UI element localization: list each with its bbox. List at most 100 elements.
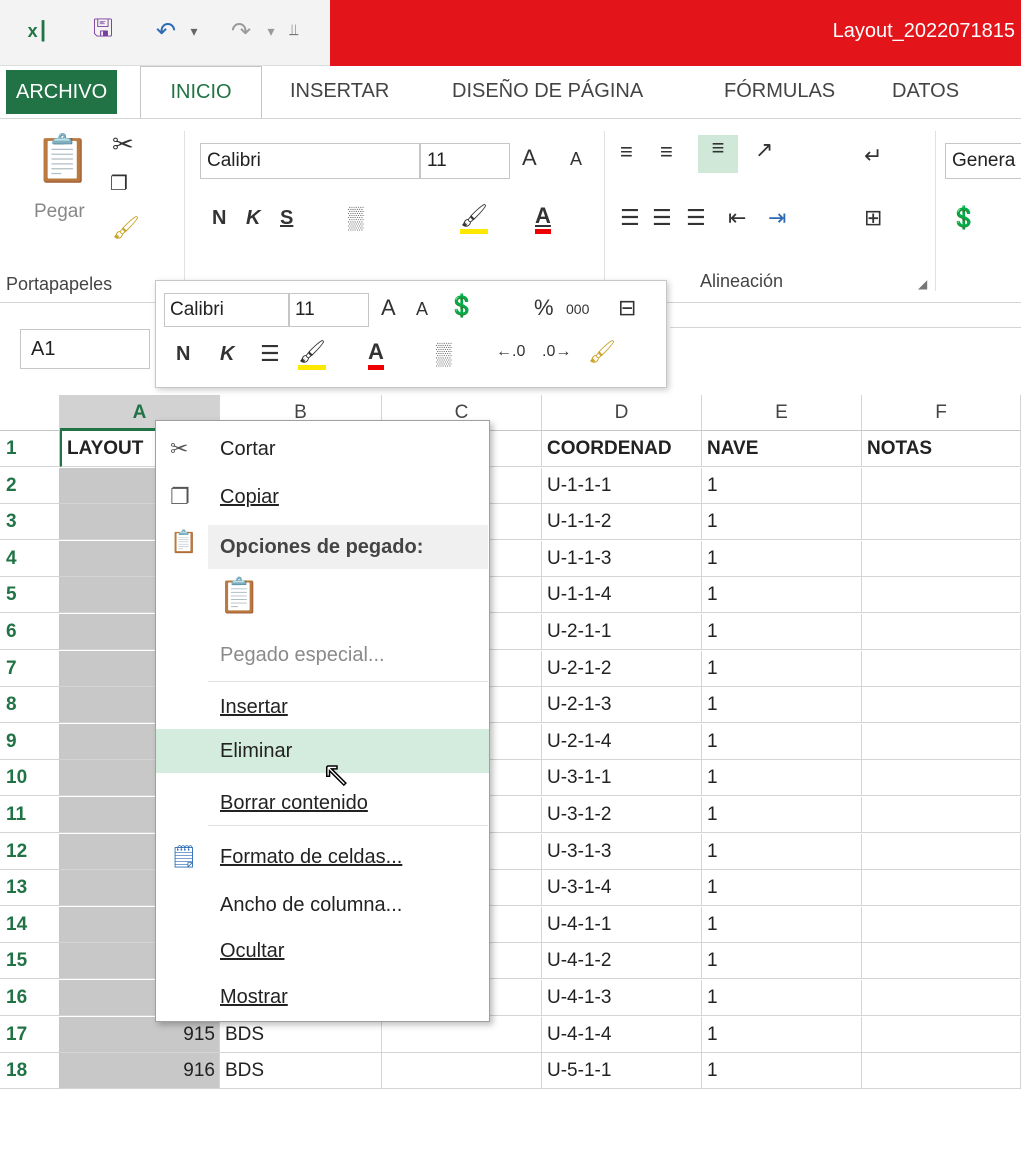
cell-e-4[interactable]: 1 [702,540,862,577]
align-center-icon[interactable]: ☰ [652,205,672,231]
tab-datos[interactable]: DATOS [880,66,971,118]
cell-d-11[interactable]: U-3-1-2 [542,797,702,833]
menu-item-paste-special[interactable]: Pegado especial... [156,633,489,677]
column-header-f[interactable]: F [862,395,1021,431]
font-size-select[interactable]: 11 [420,143,510,179]
menu-item-insert[interactable]: Insertar [156,685,489,729]
mini-font-name-select[interactable]: Calibri [164,293,289,327]
row-header[interactable]: 17 [0,1016,60,1053]
cell-d-6[interactable]: U-2-1-1 [542,614,702,650]
cell-d-16[interactable]: U-4-1-3 [542,980,702,1016]
cell-e-13[interactable]: 1 [702,870,862,907]
mini-increase-decimal-icon[interactable]: ←.0 [496,343,525,361]
cell-d-17[interactable]: U-4-1-4 [542,1016,702,1053]
mini-thousands-button[interactable]: 000 [566,301,589,317]
mini-borders-icon[interactable]: ▒ [436,341,452,367]
shrink-font-icon[interactable]: A [570,149,582,170]
cell-d-5[interactable]: U-1-1-4 [542,577,702,614]
undo-dropdown-icon[interactable]: ▾ [185,16,203,46]
row-header[interactable]: 8 [0,687,60,724]
menu-item-hide[interactable]: Ocultar [156,929,489,973]
cell-e-8[interactable]: 1 [702,687,862,724]
cell-f-12[interactable] [862,833,1021,870]
cell-e-5[interactable]: 1 [702,577,862,614]
paste-icon[interactable]: 📋 [34,131,91,186]
row-header[interactable]: 18 [0,1053,60,1090]
decrease-indent-icon[interactable]: ⇤ [728,205,746,231]
cell-d-3[interactable]: U-1-1-2 [542,504,702,541]
cell-e-18[interactable]: 1 [702,1053,862,1090]
cell-d-9[interactable]: U-2-1-4 [542,723,702,760]
cell-e-16[interactable]: 1 [702,980,862,1016]
mini-font-color-icon[interactable]: A [368,339,384,370]
row-header[interactable]: 3 [0,504,60,541]
cell-f-1[interactable]: NOTAS [862,431,1021,467]
cell-d-18[interactable]: U-5-1-1 [542,1053,702,1090]
cell-d-1[interactable]: COORDENAD [542,431,702,467]
cell-e-7[interactable]: 1 [702,650,862,687]
borders-icon[interactable]: ▒ [348,205,364,231]
copy-icon[interactable]: ❐ [110,171,128,196]
mini-align-center-icon[interactable]: ☰ [260,341,280,367]
save-icon[interactable]: 🖫 [85,15,121,46]
font-color-icon[interactable]: A [535,203,551,234]
font-name-select[interactable]: Calibri [200,143,420,179]
row-header[interactable]: 10 [0,760,60,797]
spreadsheet-grid[interactable]: A B C D E F 1LAYOUTONCOORDENADNAVENOTAS2… [0,395,1021,1160]
mini-bold-button[interactable]: N [176,343,190,366]
mini-merge-icon[interactable]: ⊟ [618,295,636,321]
tab-inicio[interactable]: INICIO [140,66,262,118]
align-right-icon[interactable]: ☰ [686,205,706,231]
menu-item-format-cells[interactable]: 🗒 Formato de celdas... [156,835,489,879]
cell-f-18[interactable] [862,1053,1021,1090]
cell-f-5[interactable] [862,577,1021,614]
row-header[interactable]: 7 [0,650,60,687]
mini-decrease-decimal-icon[interactable]: .0→ [542,343,571,361]
column-header-d[interactable]: D [542,395,702,431]
row-header[interactable]: 12 [0,833,60,870]
select-all-corner[interactable] [0,395,60,431]
underline-button[interactable]: S [280,207,293,230]
format-painter-icon[interactable]: 🖌 [112,215,140,241]
mini-format-painter-icon[interactable]: 🖌 [588,339,616,365]
row-header[interactable]: 5 [0,577,60,614]
bold-button[interactable]: N [212,207,226,230]
cell-f-7[interactable] [862,650,1021,687]
cell-a-18[interactable]: 916 [60,1053,220,1090]
cell-f-2[interactable] [862,467,1021,504]
menu-item-cut[interactable]: ✂ Cortar [156,427,489,471]
cell-f-9[interactable] [862,723,1021,760]
cell-e-3[interactable]: 1 [702,504,862,541]
row-header[interactable]: 1 [0,431,60,467]
merge-center-icon[interactable]: ⊞ [864,205,882,231]
paste-option-icon[interactable]: 📋 [218,576,260,616]
cell-e-6[interactable]: 1 [702,614,862,650]
undo-icon[interactable]: ↶ [150,16,182,46]
cell-f-11[interactable] [862,797,1021,833]
cell-e-14[interactable]: 1 [702,906,862,943]
increase-indent-icon[interactable]: ⇥ [768,205,786,231]
cell-f-6[interactable] [862,614,1021,650]
cell-e-11[interactable]: 1 [702,797,862,833]
row-header[interactable]: 2 [0,467,60,504]
tab-archivo[interactable]: ARCHIVO [6,70,118,114]
mini-accounting-format-icon[interactable]: 💲 [448,293,475,319]
align-bottom-icon[interactable]: ≡ [698,135,738,173]
align-left-icon[interactable]: ☰ [620,205,640,231]
cell-d-12[interactable]: U-3-1-3 [542,833,702,870]
accounting-format-icon[interactable]: 💲 [950,205,977,231]
mini-shrink-font-icon[interactable]: A [416,299,428,320]
cell-d-13[interactable]: U-3-1-4 [542,870,702,907]
row-header[interactable]: 16 [0,980,60,1016]
cell-e-10[interactable]: 1 [702,760,862,797]
row-header[interactable]: 9 [0,723,60,760]
name-box[interactable]: A1 [20,329,150,369]
cell-e-1[interactable]: NAVE [702,431,862,467]
cell-e-12[interactable]: 1 [702,833,862,870]
fill-color-icon[interactable]: 🖌 [460,203,488,234]
redo-dropdown-icon[interactable]: ▾ [262,16,280,46]
cut-icon[interactable]: ✂ [112,129,134,160]
number-format-select[interactable]: Genera [945,143,1021,179]
menu-item-column-width[interactable]: Ancho de columna... [156,883,489,927]
row-header[interactable]: 15 [0,943,60,980]
